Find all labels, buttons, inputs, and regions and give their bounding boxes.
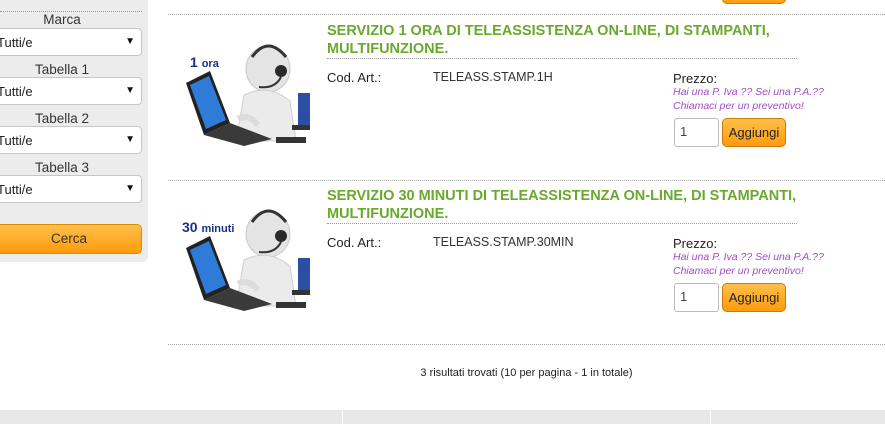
previous-add-button[interactable] <box>722 0 786 4</box>
code-label: Cod. Art.: <box>327 235 382 250</box>
product-code: TELEASS.STAMP.30MIN <box>433 235 574 249</box>
duration-number: 1 <box>190 54 198 70</box>
filter-label-marca: Marca <box>43 12 81 27</box>
price-label: Prezzo: <box>673 71 718 86</box>
product-image[interactable]: 30 minuti <box>180 192 315 312</box>
marca-select[interactable]: Tutti/e ▼ <box>0 28 142 56</box>
filter-label-tabella-3: Tabella 3 <box>34 160 90 175</box>
add-to-cart-button[interactable]: Aggiungi <box>722 283 786 312</box>
add-to-cart-button[interactable]: Aggiungi <box>722 118 786 147</box>
teleassistance-operator-icon <box>186 44 310 146</box>
price-label: Prezzo: <box>673 236 718 251</box>
duration-unit: ora <box>201 58 219 70</box>
filter-label-tabella-2: Tabella 2 <box>34 111 90 126</box>
divider <box>168 344 885 345</box>
filter-panel: Marca Tutti/e ▼ Tabella 1 Tutti/e ▼ Tabe… <box>0 0 148 262</box>
dropdown-arrow-icon: ▼ <box>125 134 135 145</box>
price-note: Hai una P. Iva ?? Sei una P.A.?? Chiamac… <box>673 86 824 112</box>
duration-unit: minuti <box>201 223 235 235</box>
product-code: TELEASS.STAMP.1H <box>433 70 553 84</box>
tabella-3-select[interactable]: Tutti/e ▼ <box>0 175 142 203</box>
teleassistance-operator-icon <box>186 209 310 311</box>
divider <box>710 410 711 424</box>
duration-badge: 1 ora <box>190 54 219 70</box>
product-item: 30 minuti SERVIZIO 30 MINUTI DI TELEASSI… <box>168 180 885 330</box>
product-title-link[interactable]: SERVIZIO 1 ORA DI TELEASSISTENZA ON-LINE… <box>327 22 797 59</box>
select-value: Tutti/e <box>0 133 33 148</box>
price-note: Hai una P. Iva ?? Sei una P.A.?? Chiamac… <box>673 251 824 277</box>
code-label: Cod. Art.: <box>327 70 382 85</box>
dropdown-arrow-icon: ▼ <box>125 85 135 96</box>
quantity-input[interactable]: 1 <box>674 118 719 147</box>
quantity-input[interactable]: 1 <box>674 283 719 312</box>
search-button[interactable]: Cerca <box>0 224 142 254</box>
duration-number: 30 <box>182 219 198 235</box>
select-value: Tutti/e <box>0 84 33 99</box>
select-value: Tutti/e <box>0 182 33 197</box>
product-title-link[interactable]: SERVIZIO 30 MINUTI DI TELEASSISTENZA ON-… <box>327 187 797 224</box>
product-image[interactable]: 1 ora <box>180 27 315 147</box>
filter-label-tabella-1: Tabella 1 <box>34 62 90 77</box>
select-value: Tutti/e <box>0 35 33 50</box>
dropdown-arrow-icon: ▼ <box>125 183 135 194</box>
product-item: 1 ora SERVIZIO 1 ORA DI TELEASSISTENZA O… <box>168 15 885 165</box>
tabella-1-select[interactable]: Tutti/e ▼ <box>0 77 142 105</box>
duration-badge: 30 minuti <box>182 219 234 235</box>
tabella-2-select[interactable]: Tutti/e ▼ <box>0 126 142 154</box>
dropdown-arrow-icon: ▼ <box>125 36 135 47</box>
results-summary: 3 risultati trovati (10 per pagina - 1 i… <box>420 367 633 379</box>
footer-bar <box>0 410 885 424</box>
divider <box>342 410 343 424</box>
